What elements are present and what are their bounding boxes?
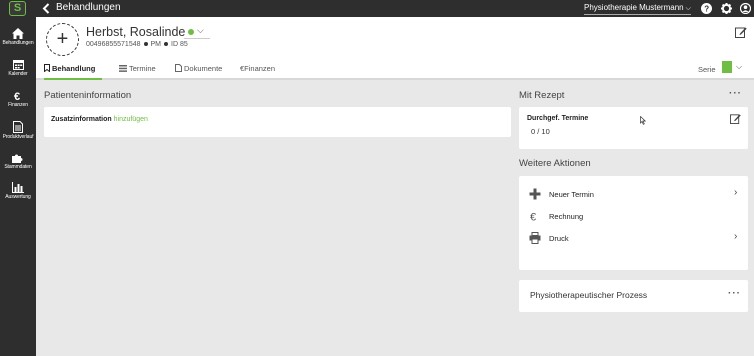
rezept-title: Mit Rezept — [519, 90, 565, 101]
tab-finanzen[interactable]: €Finanzen — [240, 63, 275, 80]
patient-header: + Herbst, Rosalinde ⌵ 00496855571548 PM ID… — [36, 17, 754, 80]
home-icon — [12, 28, 24, 39]
invoice-action[interactable]: € Rechnung — [529, 210, 739, 224]
plus-icon — [529, 188, 541, 200]
sidebar-item-label: Stammdaten — [4, 164, 32, 170]
action-label: Neuer Termin — [549, 190, 594, 199]
add-zusatz-link[interactable]: hinzufügen — [114, 116, 148, 123]
edit-icon[interactable] — [735, 26, 747, 38]
sidebar-item-auswertung[interactable]: Auswertung — [0, 182, 36, 200]
document-icon — [13, 121, 23, 133]
chevron-right-icon: › — [734, 231, 738, 242]
mouse-cursor-icon — [640, 116, 646, 125]
practice-selector[interactable]: Physiotherapie Mustermann ⌵ — [584, 3, 691, 15]
sidebar-item-label: Kalender — [8, 71, 28, 77]
puzzle-icon — [12, 154, 23, 163]
serie-label: Serie — [698, 65, 716, 74]
chevron-down-icon[interactable]: ⌵ — [197, 25, 204, 36]
euro-icon: € — [530, 212, 536, 223]
status-divider — [184, 38, 210, 39]
printer-icon — [529, 232, 541, 244]
calendar-icon — [12, 60, 24, 70]
top-bar: Behandlungen Physiotherapie Mustermann ⌵ … — [36, 0, 754, 17]
action-label: Rechnung — [549, 212, 584, 221]
process-card[interactable]: Physiotherapeutischer Prozess ··· — [519, 280, 748, 312]
tab-label: Dokumente — [184, 64, 223, 73]
page-title: Behandlungen — [56, 2, 121, 13]
patient-name: Herbst, Rosalinde — [86, 25, 186, 39]
patient-id: ID 85 — [171, 41, 188, 48]
actions-card: Neuer Termin › € Rechnung Druck › — [519, 176, 748, 270]
help-icon[interactable]: ? — [701, 3, 712, 14]
add-avatar-button[interactable]: + — [46, 23, 79, 56]
patient-phone: 00496855571548 — [86, 41, 141, 48]
svg-text:€: € — [14, 91, 20, 101]
sidebar-item-stammdaten[interactable]: Stammdaten — [0, 152, 36, 170]
gear-icon[interactable] — [721, 3, 732, 14]
app-logo[interactable]: S — [9, 1, 26, 16]
tab-dokumente[interactable]: Dokumente — [175, 63, 222, 80]
list-icon — [119, 65, 127, 72]
patient-info-title: Patienteninformation — [44, 90, 132, 101]
tab-termine[interactable]: Termine — [119, 63, 156, 80]
separator-dot — [164, 42, 169, 47]
chevron-right-icon: › — [734, 187, 738, 198]
sidebar-item-produktverlauf[interactable]: Produktverlauf — [0, 121, 36, 140]
sidebar-item-label: Auswertung — [5, 194, 31, 200]
svg-text:€: € — [530, 212, 536, 223]
tab-label: Termine — [129, 64, 156, 73]
patient-initials: PM — [150, 41, 162, 48]
user-account-icon[interactable] — [740, 3, 751, 14]
print-action[interactable]: Druck › — [529, 231, 739, 246]
sidebar-item-label: Produktverlauf — [2, 134, 34, 140]
serie-flag-icon[interactable] — [722, 61, 732, 73]
separator-dot — [143, 42, 148, 47]
rezept-label: Durchgef. Termine — [527, 115, 589, 122]
zusatz-label: Zusatzinformation — [51, 116, 112, 123]
rezept-card: Durchgef. Termine 0 / 10 — [519, 107, 748, 149]
sidebar-item-behandlungen[interactable]: Behandlungen — [0, 28, 36, 46]
sidebar-item-label: Finanzen — [8, 102, 28, 108]
svg-text:?: ? — [704, 5, 709, 14]
bookmark-icon — [44, 64, 50, 73]
patient-meta: 00496855571548 PM ID 85 — [86, 41, 188, 48]
status-indicator[interactable] — [188, 29, 194, 35]
tab-behandlung[interactable]: Behandlung — [44, 63, 102, 80]
chevron-down-icon: ⌵ — [685, 5, 691, 12]
sidebar-item-label: Behandlungen — [2, 40, 34, 46]
new-appointment-action[interactable]: Neuer Termin › — [529, 187, 739, 202]
tab-label: Finanzen — [244, 64, 276, 73]
process-more-button[interactable]: ··· — [728, 288, 741, 299]
action-label: Druck — [549, 234, 569, 243]
practice-name: Physiotherapie Mustermann — [584, 3, 684, 12]
chevron-down-icon[interactable]: ⌵ — [736, 62, 742, 72]
zusatz-row: Zusatzinformation hinzufügen — [51, 116, 148, 123]
actions-title: Weitere Aktionen — [519, 158, 591, 169]
rezept-count: 0 / 10 — [531, 127, 550, 136]
bar-chart-icon — [12, 182, 24, 193]
sidebar-item-finanzen[interactable]: € Finanzen — [0, 90, 36, 108]
sidebar-item-kalender[interactable]: Kalender — [0, 59, 36, 77]
rezept-more-button[interactable]: ··· — [729, 88, 742, 99]
sidebar: S Behandlungen Kalender € Finanzen Produ… — [0, 0, 36, 356]
patient-info-card: Zusatzinformation hinzufügen — [44, 107, 511, 137]
back-arrow-icon[interactable] — [42, 3, 50, 14]
process-title: Physiotherapeutischer Prozess — [530, 290, 648, 300]
edit-icon[interactable] — [730, 113, 741, 124]
tab-label: Behandlung — [52, 64, 96, 73]
file-icon — [175, 64, 182, 72]
euro-icon: € — [14, 91, 20, 101]
